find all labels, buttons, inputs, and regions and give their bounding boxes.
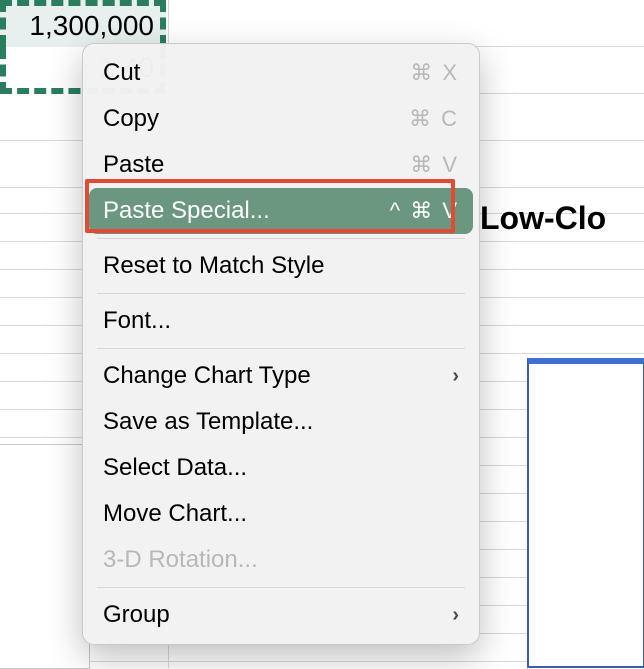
menu-label: 3-D Rotation... bbox=[103, 546, 459, 574]
menu-label: Select Data... bbox=[103, 454, 459, 482]
menu-label: Reset to Match Style bbox=[103, 252, 459, 280]
menu-select-data[interactable]: Select Data... bbox=[83, 445, 479, 491]
cell-selected-a1[interactable]: 1,300,000 bbox=[0, 0, 166, 47]
menu-separator bbox=[97, 348, 465, 349]
menu-separator bbox=[97, 238, 465, 239]
chart-plot-area[interactable] bbox=[0, 444, 90, 669]
menu-label: Cut bbox=[103, 59, 410, 87]
menu-paste-special[interactable]: Paste Special... ^ ⌘ V bbox=[89, 188, 473, 234]
menu-label: Font... bbox=[103, 307, 459, 335]
menu-paste[interactable]: Paste ⌘ V bbox=[83, 142, 479, 188]
menu-label: Copy bbox=[103, 105, 409, 133]
menu-label: Group bbox=[103, 601, 452, 629]
menu-label: Paste bbox=[103, 151, 410, 179]
chevron-right-icon: › bbox=[452, 604, 459, 627]
menu-shortcut: ⌘ C bbox=[409, 106, 459, 132]
chart-title-fragment: Low-Clo bbox=[480, 200, 606, 237]
menu-label: Save as Template... bbox=[103, 408, 459, 436]
menu-copy[interactable]: Copy ⌘ C bbox=[83, 96, 479, 142]
menu-separator bbox=[97, 587, 465, 588]
menu-shortcut: ⌘ V bbox=[410, 152, 459, 178]
menu-move-chart[interactable]: Move Chart... bbox=[83, 491, 479, 537]
menu-font[interactable]: Font... bbox=[83, 298, 479, 344]
menu-label: Move Chart... bbox=[103, 500, 459, 528]
menu-label: Paste Special... bbox=[103, 197, 390, 225]
context-menu: Cut ⌘ X Copy ⌘ C Paste ⌘ V Paste Special… bbox=[82, 43, 480, 645]
menu-shortcut: ⌘ X bbox=[410, 60, 459, 86]
chevron-right-icon: › bbox=[452, 365, 459, 388]
menu-shortcut: ^ ⌘ V bbox=[390, 198, 459, 224]
cell-value: 1,300,000 bbox=[29, 10, 154, 42]
menu-cut[interactable]: Cut ⌘ X bbox=[83, 50, 479, 96]
menu-3d-rotation: 3-D Rotation... bbox=[83, 537, 479, 583]
menu-save-as-template[interactable]: Save as Template... bbox=[83, 399, 479, 445]
menu-change-chart-type[interactable]: Change Chart Type › bbox=[83, 353, 479, 399]
menu-reset-style[interactable]: Reset to Match Style bbox=[83, 243, 479, 289]
menu-group[interactable]: Group › bbox=[83, 592, 479, 638]
menu-separator bbox=[97, 293, 465, 294]
chart-bar[interactable] bbox=[527, 358, 644, 668]
menu-label: Change Chart Type bbox=[103, 362, 452, 390]
